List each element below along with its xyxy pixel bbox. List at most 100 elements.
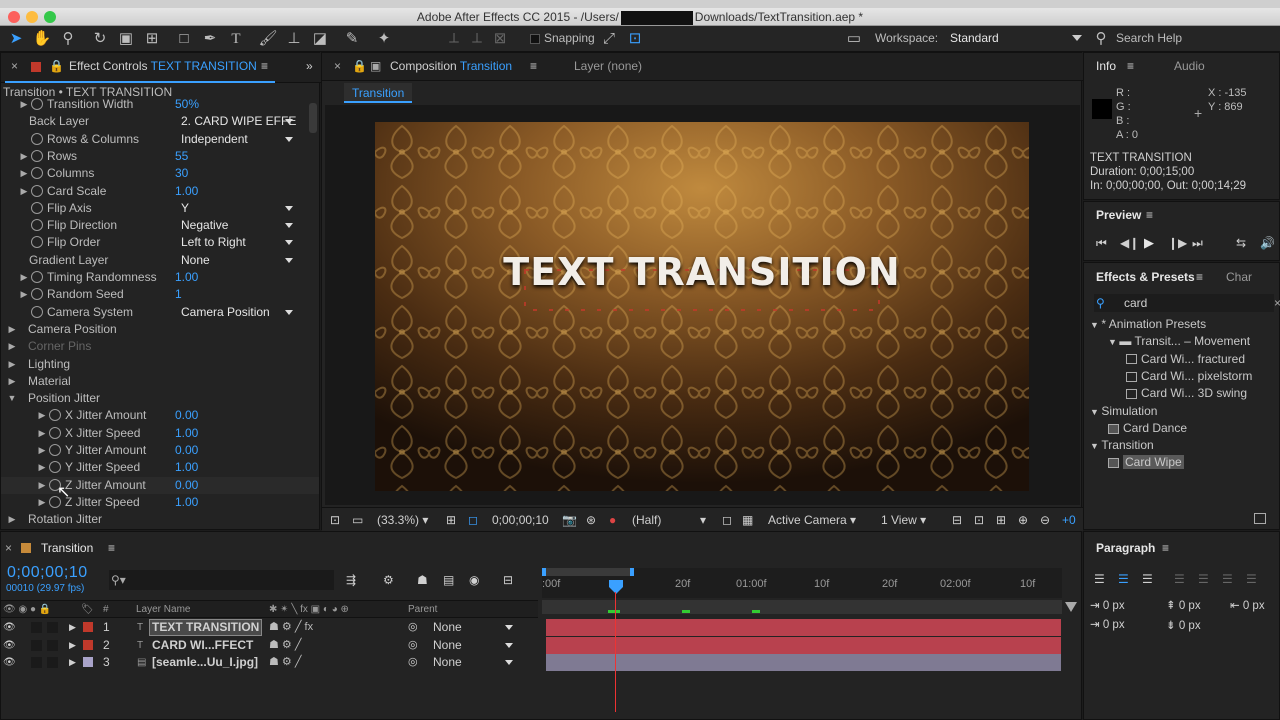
pen-tool-icon[interactable]: ✒: [199, 29, 221, 49]
effect-prop-gradient-layer[interactable]: Gradient Layer None: [1, 252, 319, 269]
zoom-select[interactable]: (33.3%) ▾: [377, 508, 428, 532]
layer-name[interactable]: TEXT TRANSITION: [149, 619, 263, 636]
current-time-display[interactable]: 0;00;00;10: [492, 508, 549, 532]
expand-arrow-icon[interactable]: ▶: [7, 356, 17, 373]
graph-editor-icon[interactable]: ⊟: [503, 567, 513, 593]
collapse-arrow-icon[interactable]: ▼: [1090, 407, 1101, 417]
indent-right-field[interactable]: ⇤ 0 px: [1230, 598, 1265, 612]
expand-arrow-icon[interactable]: ▶: [69, 619, 76, 636]
visibility-eye-icon[interactable]: 👁: [3, 619, 16, 636]
stopwatch-icon[interactable]: [31, 98, 43, 110]
effects-item-card-wi-3d-swing[interactable]: Card Wi... 3D swing: [1126, 386, 1247, 400]
expand-arrow-icon[interactable]: ▶: [19, 286, 29, 303]
effect-prop-corner-pins[interactable]: ▶ Corner Pins: [1, 338, 319, 355]
work-area-bar[interactable]: [542, 568, 634, 576]
effects-item-card-wi-fractured[interactable]: Card Wi... fractured: [1126, 352, 1245, 366]
effect-prop-flip-order[interactable]: Flip Order Left to Right: [1, 234, 319, 251]
expand-arrow-icon[interactable]: ▶: [37, 477, 47, 494]
justify-center-icon[interactable]: ☰: [1198, 566, 1209, 592]
effect-prop-z-jitter-amount[interactable]: ▶ Z Jitter Amount 0.00: [1, 476, 319, 494]
tab-character[interactable]: Char: [1226, 264, 1252, 290]
prop-dropdown[interactable]: 2. CARD WIPE EFFE: [181, 113, 297, 130]
comp-title-text[interactable]: TEXT TRANSITION: [375, 250, 1029, 294]
collapse-arrow-icon[interactable]: ▼: [1090, 441, 1101, 451]
stopwatch-icon[interactable]: [31, 201, 43, 214]
show-snapshot-icon[interactable]: ⊛: [586, 508, 596, 532]
panel-menu-icon[interactable]: ≡: [108, 536, 115, 560]
justify-all-icon[interactable]: ☰: [1246, 566, 1257, 592]
effect-prop-transition-width[interactable]: ▶ Transition Width 50%: [1, 96, 319, 113]
prop-value[interactable]: 30: [175, 165, 188, 182]
loop-icon[interactable]: ⇆: [1236, 230, 1246, 256]
expand-arrow-icon[interactable]: ▶: [37, 425, 47, 442]
justify-left-icon[interactable]: ☰: [1174, 566, 1185, 592]
space-after-field[interactable]: ⇟ 0 px: [1166, 618, 1201, 632]
expand-arrow-icon[interactable]: ▶: [7, 338, 17, 355]
play-icon[interactable]: ▶: [1144, 230, 1154, 256]
effect-prop-rows[interactable]: ▶ Rows 55: [1, 148, 319, 165]
pan-behind-tool-icon[interactable]: ⊞: [141, 29, 163, 49]
effect-prop-back-layer[interactable]: Back Layer 2. CARD WIPE EFFE: [1, 113, 319, 130]
prop-value[interactable]: 50%: [175, 96, 199, 113]
expand-arrow-icon[interactable]: ▶: [37, 407, 47, 424]
lock-switch[interactable]: [47, 639, 58, 651]
expand-arrow-icon[interactable]: ▶: [37, 442, 47, 459]
prop-dropdown[interactable]: Independent: [181, 131, 297, 148]
panel-menu-icon[interactable]: ≡: [261, 53, 268, 79]
tab-effect-controls[interactable]: Effect Controls TEXT TRANSITION: [69, 53, 257, 79]
mask-visibility-icon[interactable]: ◻: [468, 508, 478, 532]
last-frame-icon[interactable]: ⏭: [1192, 230, 1203, 256]
monitor-icon[interactable]: ▭: [352, 508, 363, 532]
next-frame-icon[interactable]: ❙▶: [1168, 230, 1187, 256]
effect-prop-flip-direction[interactable]: Flip Direction Negative: [1, 217, 319, 234]
draft-3d-icon[interactable]: ⚙: [383, 567, 394, 593]
expand-arrow-icon[interactable]: ▶: [7, 373, 17, 390]
transparency-grid-icon[interactable]: ▦: [742, 508, 753, 532]
snap-edge-icon[interactable]: ⊡: [624, 29, 646, 49]
layer-duration-bar[interactable]: [546, 654, 1061, 671]
comp-mini-flowchart-icon[interactable]: ⇶: [346, 567, 356, 593]
resolution-select[interactable]: (Half): [632, 508, 661, 532]
effect-prop-position-jitter[interactable]: ▼ Position Jitter: [1, 390, 319, 407]
tab-effects-presets[interactable]: Effects & Presets: [1096, 264, 1195, 290]
effect-prop-y-jitter-amount[interactable]: ▶ Y Jitter Amount 0.00: [1, 442, 319, 459]
effect-prop-rows-columns[interactable]: Rows & Columns Independent: [1, 131, 319, 148]
expand-arrow-icon[interactable]: ▶: [7, 511, 17, 528]
effect-prop-random-seed[interactable]: ▶ Random Seed 1: [1, 286, 319, 303]
stopwatch-icon[interactable]: [31, 219, 43, 232]
layer-duration-bar[interactable]: [546, 619, 1061, 636]
stopwatch-icon[interactable]: [31, 271, 43, 283]
stopwatch-icon[interactable]: [49, 461, 61, 474]
previous-frame-icon[interactable]: ◀❙: [1120, 230, 1139, 256]
effect-prop-y-jitter-speed[interactable]: ▶ Y Jitter Speed 1.00: [1, 459, 319, 476]
expand-arrow-icon[interactable]: ▶: [19, 183, 29, 200]
eraser-tool-icon[interactable]: ◪: [309, 29, 331, 49]
effect-prop-material[interactable]: ▶ Material: [1, 373, 319, 390]
parent-pickwhip-icon[interactable]: ◎: [408, 654, 418, 671]
tab-info[interactable]: Info: [1096, 53, 1116, 79]
tab-timeline-transition[interactable]: Transition: [41, 536, 93, 560]
collapse-arrow-icon[interactable]: ▼: [1090, 320, 1101, 330]
clear-search-icon[interactable]: ×: [1274, 294, 1280, 312]
panel-menu-icon[interactable]: ≡: [1127, 53, 1134, 79]
timeline-icon[interactable]: ⊞: [996, 508, 1006, 532]
effects-item-transit-movement[interactable]: ▼ ▬ Transit... – Movement: [1108, 334, 1250, 348]
lock-icon[interactable]: 🔒: [49, 53, 64, 79]
panel-menu-icon[interactable]: ≡: [1146, 202, 1153, 228]
world-axis-icon[interactable]: ⟂: [466, 29, 488, 49]
justify-right-icon[interactable]: ☰: [1222, 566, 1233, 592]
prop-value[interactable]: 0.00: [175, 407, 198, 424]
rectangle-tool-icon[interactable]: □: [173, 29, 195, 49]
reset-exposure-icon[interactable]: ⊖: [1040, 508, 1050, 532]
flowchart-icon[interactable]: ⊕: [1018, 508, 1028, 532]
viewer-area[interactable]: TEXT TRANSITION: [325, 105, 1080, 505]
stopwatch-icon[interactable]: [31, 149, 43, 162]
lock-switch[interactable]: [47, 657, 58, 668]
prop-value[interactable]: 55: [175, 148, 188, 165]
prop-value[interactable]: 1.00: [175, 269, 198, 286]
motion-blur-icon[interactable]: ◉: [469, 567, 479, 593]
prop-dropdown[interactable]: None: [181, 252, 297, 269]
zoom-tool-icon[interactable]: ⚲: [57, 29, 79, 49]
frame-blending-icon[interactable]: ▤: [443, 567, 454, 593]
scrollbar-thumb[interactable]: [309, 103, 317, 133]
